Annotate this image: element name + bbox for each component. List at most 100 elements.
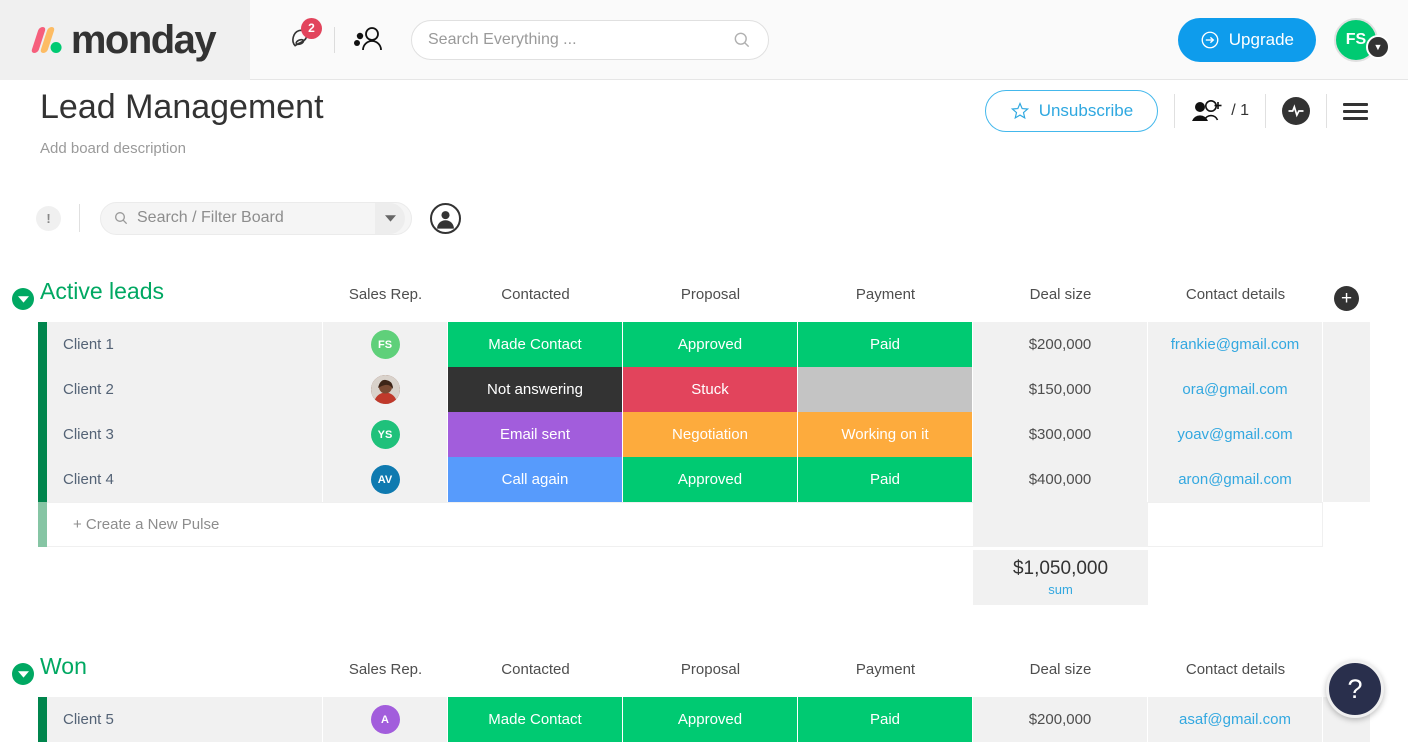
cell-extra[interactable] xyxy=(1323,457,1370,502)
unsubscribe-button[interactable]: Unsubscribe xyxy=(985,90,1159,132)
cell-status-payment[interactable]: Paid xyxy=(798,322,973,367)
activity-log-button[interactable] xyxy=(1282,97,1310,125)
cell-sales-rep[interactable]: YS xyxy=(323,412,448,457)
table-row[interactable]: Client 5 A Made ContactApprovedPaid$200,00… xyxy=(0,697,1408,742)
column-header-payment[interactable]: Payment xyxy=(798,286,973,303)
cell-status-contacted[interactable]: Not answering xyxy=(448,367,623,412)
search-icon xyxy=(732,30,752,50)
column-header-payment[interactable]: Payment xyxy=(798,661,973,678)
hamburger-line-3 xyxy=(1343,117,1368,120)
user-menu-chevron-down-icon[interactable]: ▼ xyxy=(1366,35,1390,59)
invite-members-button[interactable] xyxy=(345,18,389,62)
notifications-button[interactable]: 2 xyxy=(280,18,324,62)
avatar[interactable]: FS xyxy=(371,330,400,359)
row-color-bar xyxy=(38,502,47,547)
cell-status-contacted[interactable]: Email sent xyxy=(448,412,623,457)
filter-chevron-down-icon[interactable] xyxy=(375,203,405,234)
help-button[interactable]: ? xyxy=(1326,660,1384,718)
global-search-input[interactable]: Search Everything ... xyxy=(411,20,769,60)
board-search-placeholder: Search / Filter Board xyxy=(137,209,375,227)
board-members-button[interactable]: / 1 xyxy=(1191,98,1249,124)
board-description[interactable]: Add board description xyxy=(40,140,186,157)
avatar[interactable] xyxy=(371,375,400,404)
person-filter-button[interactable] xyxy=(430,203,461,234)
group-rows: Client 1FSMade ContactApprovedPaid$200,0… xyxy=(0,322,1408,502)
column-header-sales-rep[interactable]: Sales Rep. xyxy=(323,286,448,303)
cell-extra[interactable] xyxy=(1323,412,1370,457)
avatar[interactable]: AV xyxy=(371,465,400,494)
cell-deal-size[interactable]: $200,000 xyxy=(973,322,1148,367)
cell-deal-size[interactable]: $150,000 xyxy=(973,367,1148,412)
cell-extra[interactable] xyxy=(1323,367,1370,412)
person-icon xyxy=(432,205,459,232)
create-new-pulse-row[interactable]: + Create a New Pulse xyxy=(0,502,1408,547)
cell-deal-size[interactable]: $200,000 xyxy=(973,697,1148,742)
monday-logo[interactable]: monday xyxy=(35,20,215,60)
table-row[interactable]: Client 3 YS Email sentNegotiationWorking o… xyxy=(0,412,1408,457)
upgrade-button[interactable]: Upgrade xyxy=(1178,18,1316,62)
table-row[interactable]: Client 2 Not answeringStuck $150,000ora@gm… xyxy=(0,367,1408,412)
group-title[interactable]: Active leads xyxy=(40,278,164,305)
new-pulse-deal-cell xyxy=(973,502,1148,547)
column-header-sales-rep[interactable]: Sales Rep. xyxy=(323,661,448,678)
board-info-button[interactable]: ! xyxy=(36,206,61,231)
cell-sales-rep[interactable] xyxy=(323,367,448,412)
cell-contact-details[interactable]: yoav@gmail.com xyxy=(1148,412,1323,457)
notification-badge: 2 xyxy=(301,18,322,39)
avatar[interactable]: A xyxy=(371,705,400,734)
cell-sales-rep[interactable]: AV xyxy=(323,457,448,502)
cell-status-payment[interactable]: Paid xyxy=(798,457,973,502)
people-icon xyxy=(350,25,384,55)
cell-contact-details[interactable]: ora@gmail.com xyxy=(1148,367,1323,412)
unsubscribe-label: Unsubscribe xyxy=(1039,101,1134,121)
cell-status-proposal[interactable]: Approved xyxy=(623,322,798,367)
column-header-proposal[interactable]: Proposal xyxy=(623,286,798,303)
column-header-deal-size[interactable]: Deal size xyxy=(973,286,1148,303)
cell-status-payment[interactable]: Working on it xyxy=(798,412,973,457)
cell-item-name[interactable]: Client 5 xyxy=(47,697,323,742)
add-column-button[interactable]: + xyxy=(1334,286,1359,311)
cell-status-payment[interactable] xyxy=(798,367,973,412)
summary-label[interactable]: sum xyxy=(1048,582,1073,597)
cell-deal-size[interactable]: $300,000 xyxy=(973,412,1148,457)
column-header-contact-details[interactable]: Contact details xyxy=(1148,661,1323,678)
group-title[interactable]: Won xyxy=(40,653,87,680)
cell-item-name[interactable]: Client 3 xyxy=(47,412,323,457)
cell-sales-rep[interactable]: A xyxy=(323,697,448,742)
cell-contact-details[interactable]: asaf@gmail.com xyxy=(1148,697,1323,742)
page-title[interactable]: Lead Management xyxy=(40,88,324,127)
logo-panel[interactable]: monday xyxy=(0,0,250,80)
cell-sales-rep[interactable]: FS xyxy=(323,322,448,367)
cell-item-name[interactable]: Client 1 xyxy=(47,322,323,367)
column-header-proposal[interactable]: Proposal xyxy=(623,661,798,678)
table-row[interactable]: Client 1 FS Made ContactApprovedPaid$200,0… xyxy=(0,322,1408,367)
row-color-bar xyxy=(38,412,47,457)
cell-extra[interactable] xyxy=(1323,322,1370,367)
table-row[interactable]: Client 4 AV Call againApprovedPaid$400,000… xyxy=(0,457,1408,502)
deal-size-summary: $1,050,000 sum xyxy=(973,550,1148,605)
group-collapse-toggle[interactable] xyxy=(12,288,34,310)
cell-status-proposal[interactable]: Approved xyxy=(623,457,798,502)
cell-status-proposal[interactable]: Stuck xyxy=(623,367,798,412)
cell-deal-size[interactable]: $400,000 xyxy=(973,457,1148,502)
column-header-deal-size[interactable]: Deal size xyxy=(973,661,1148,678)
board-menu-button[interactable] xyxy=(1343,103,1368,120)
cell-contact-details[interactable]: aron@gmail.com xyxy=(1148,457,1323,502)
cell-status-contacted[interactable]: Made Contact xyxy=(448,322,623,367)
upgrade-label: Upgrade xyxy=(1229,30,1294,50)
column-header-contacted[interactable]: Contacted xyxy=(448,286,623,303)
cell-status-payment[interactable]: Paid xyxy=(798,697,973,742)
user-menu[interactable]: FS ▼ xyxy=(1334,18,1390,62)
cell-status-proposal[interactable]: Approved xyxy=(623,697,798,742)
cell-status-proposal[interactable]: Negotiation xyxy=(623,412,798,457)
board-search-input[interactable]: Search / Filter Board xyxy=(100,202,412,235)
column-header-contact-details[interactable]: Contact details xyxy=(1148,286,1323,303)
cell-item-name[interactable]: Client 4 xyxy=(47,457,323,502)
cell-status-contacted[interactable]: Call again xyxy=(448,457,623,502)
avatar[interactable]: YS xyxy=(371,420,400,449)
column-header-contacted[interactable]: Contacted xyxy=(448,661,623,678)
group-collapse-toggle[interactable] xyxy=(12,663,34,685)
cell-contact-details[interactable]: frankie@gmail.com xyxy=(1148,322,1323,367)
cell-status-contacted[interactable]: Made Contact xyxy=(448,697,623,742)
cell-item-name[interactable]: Client 2 xyxy=(47,367,323,412)
